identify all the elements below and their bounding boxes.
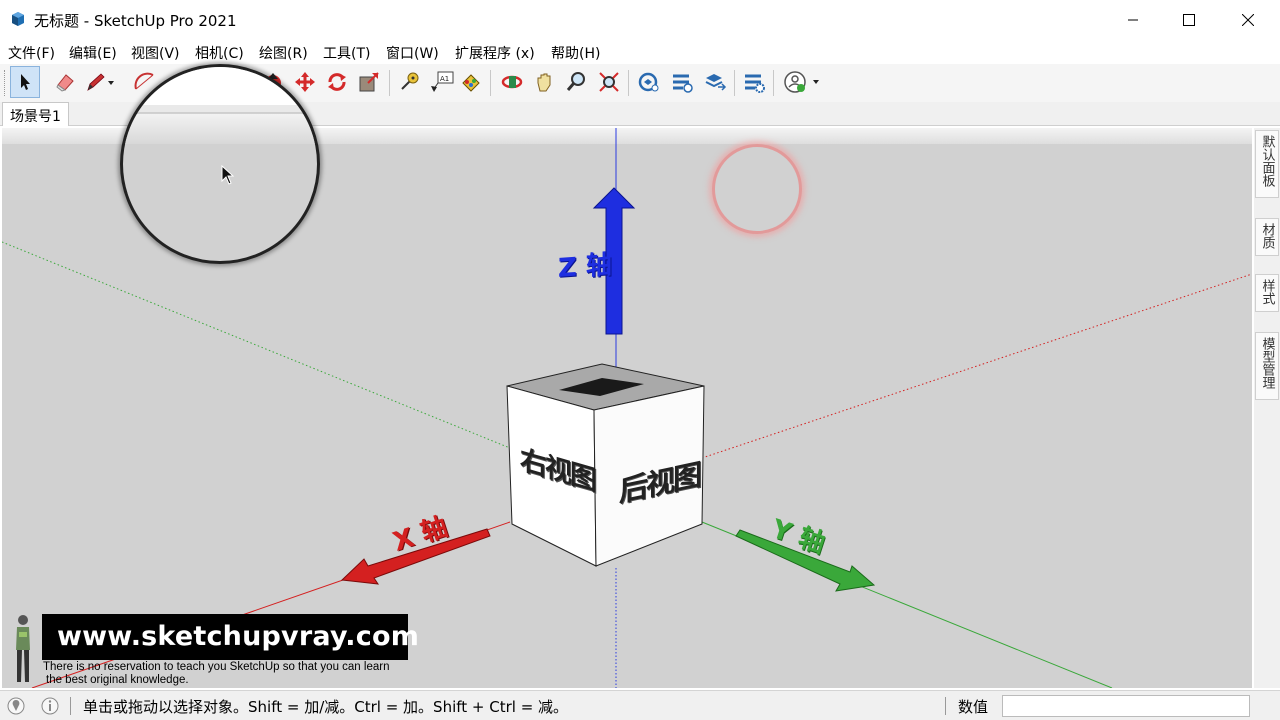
menu-file[interactable]: 文件(F) <box>8 43 55 63</box>
menu-tools[interactable]: 工具(T) <box>323 43 370 63</box>
menu-camera[interactable]: 相机(C) <box>195 43 244 63</box>
account-icon <box>784 71 819 93</box>
tray-tab-materials[interactable]: 材质 <box>1255 218 1279 256</box>
minimize-button[interactable] <box>1104 0 1162 40</box>
status-separator <box>945 697 946 715</box>
zoom-extents-tool-button[interactable] <box>594 66 624 98</box>
watermark-tagline-2: the best original knowledge. <box>46 674 189 686</box>
extension-warehouse-button[interactable] <box>667 66 697 98</box>
magnifier-lens <box>120 64 320 264</box>
maximize-icon <box>1183 14 1195 26</box>
toolbar-separator <box>734 70 735 96</box>
toolbar-separator <box>490 70 491 96</box>
eraser-icon <box>56 74 74 92</box>
minimize-icon <box>1128 19 1138 21</box>
account-button[interactable] <box>780 66 822 98</box>
sketchup-app-icon <box>12 12 24 26</box>
extension-manager-icon <box>745 74 765 93</box>
click-highlight-ring <box>712 144 802 234</box>
menu-view[interactable]: 视图(V) <box>131 43 180 63</box>
menu-window[interactable]: 窗口(W) <box>386 43 439 63</box>
warehouse-icon <box>638 72 659 92</box>
3d-warehouse-button[interactable] <box>634 66 664 98</box>
tray-side-panel: 默认面板 材质 样式 模型管理 <box>1254 128 1280 688</box>
tray-tab-default[interactable]: 默认面板 <box>1255 130 1279 198</box>
pencil-icon <box>87 73 114 91</box>
scale-icon <box>359 72 379 92</box>
status-message: 单击或拖动以选择对象。Shift = 加/减。Ctrl = 加。Shift + … <box>83 698 569 716</box>
status-separator <box>70 697 71 715</box>
text-icon: A1 <box>431 71 454 92</box>
tape-measure-tool-button[interactable] <box>394 66 424 98</box>
tray-tab-styles[interactable]: 样式 <box>1255 274 1279 312</box>
watermark-tagline-1: There is no reservation to teach you Ske… <box>43 661 390 673</box>
menu-help[interactable]: 帮助(H) <box>551 43 600 63</box>
credits-info-icon[interactable] <box>41 697 59 715</box>
scene-tab-1[interactable]: 场景号1 <box>2 102 69 126</box>
menu-extensions[interactable]: 扩展程序 (x) <box>455 43 535 63</box>
select-icon <box>21 74 30 90</box>
window-title: 无标题 - SketchUp Pro 2021 <box>34 12 237 30</box>
toolbar-separator <box>389 70 390 96</box>
zoom-icon <box>566 72 585 91</box>
toolbar-separator <box>628 70 629 96</box>
measurements-label: 数值 <box>958 698 989 716</box>
menu-bar: 文件(F) 编辑(E) 视图(V) 相机(C) 绘图(R) 工具(T) 窗口(W… <box>0 40 1280 64</box>
orbit-tool-button[interactable] <box>497 66 527 98</box>
orbit-icon <box>501 75 523 89</box>
zoom-extents-icon <box>599 72 619 92</box>
extension-warehouse-icon <box>673 74 693 93</box>
close-icon <box>1242 14 1254 26</box>
layout-send-icon <box>705 74 727 91</box>
paint-bucket-icon <box>462 74 480 92</box>
geolocation-icon[interactable] <box>7 697 25 715</box>
close-button[interactable] <box>1219 0 1277 40</box>
svg-text:A1: A1 <box>440 75 449 83</box>
extension-manager-button[interactable] <box>739 66 769 98</box>
status-bar: 单击或拖动以选择对象。Shift = 加/减。Ctrl = 加。Shift + … <box>0 690 1280 720</box>
toolbar-separator <box>773 70 774 96</box>
mouse-cursor-icon <box>221 165 235 185</box>
presenter-figure-icon <box>16 615 30 682</box>
send-to-layout-button[interactable] <box>700 66 730 98</box>
watermark-site: www.sketchupvray.com <box>57 621 420 652</box>
rotate-tool-button[interactable] <box>322 66 352 98</box>
title-bar: 无标题 - SketchUp Pro 2021 <box>0 0 1280 40</box>
pan-icon <box>537 73 551 92</box>
select-tool-button[interactable] <box>10 66 40 98</box>
maximize-button[interactable] <box>1160 0 1218 40</box>
measurements-input[interactable] <box>1002 695 1250 717</box>
pencil-tool-button[interactable] <box>84 66 114 98</box>
scale-tool-button[interactable] <box>354 66 384 98</box>
rotate-icon <box>328 73 346 91</box>
tape-measure-icon <box>401 72 419 90</box>
z-axis-label: Z 轴 <box>558 250 612 284</box>
eraser-tool-button[interactable] <box>50 66 80 98</box>
menu-edit[interactable]: 编辑(E) <box>69 43 117 63</box>
toolbar-grip[interactable] <box>4 70 7 96</box>
menu-draw[interactable]: 绘图(R) <box>259 43 308 63</box>
text-tool-button[interactable]: A1 <box>427 66 457 98</box>
tray-tab-outliner[interactable]: 模型管理 <box>1255 332 1279 400</box>
zoom-tool-button[interactable] <box>561 66 591 98</box>
pan-tool-button[interactable] <box>529 66 559 98</box>
paint-bucket-tool-button[interactable] <box>456 66 486 98</box>
